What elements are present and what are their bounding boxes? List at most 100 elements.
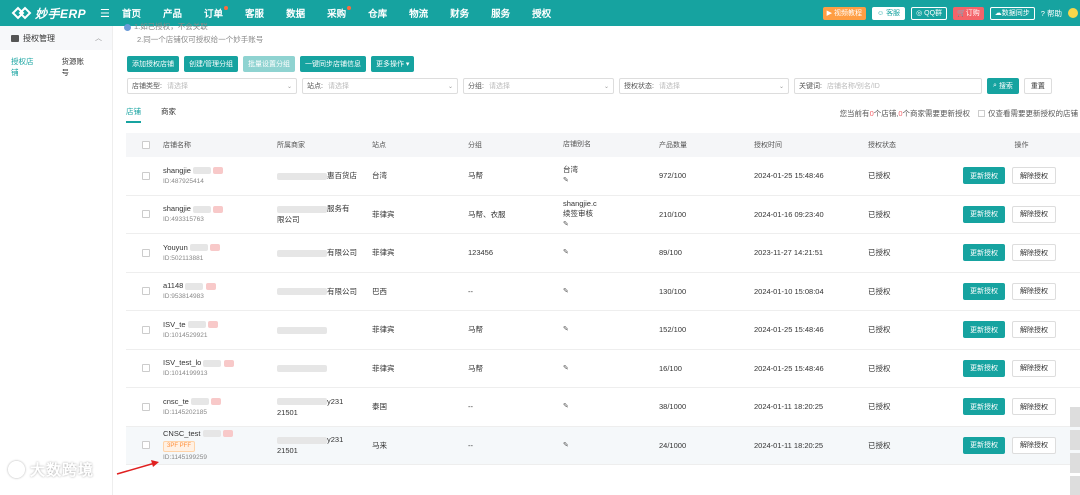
edit-icon[interactable]: ✎	[563, 326, 569, 333]
row-checkbox[interactable]	[142, 210, 150, 219]
update-auth-button[interactable]: 更新授权	[963, 321, 1005, 339]
sidebar-group-label: 授权管理	[23, 33, 55, 43]
chevron-down-icon: ⌄	[447, 84, 453, 90]
nav-item-finance[interactable]: 财务	[450, 6, 469, 20]
auth-status-select[interactable]: 授权状态: 请选择 ⌄	[619, 78, 789, 94]
revoke-auth-button[interactable]: 解除授权	[1012, 282, 1056, 300]
chevron-down-icon: ⌄	[603, 84, 609, 90]
row-checkbox[interactable]	[142, 171, 150, 180]
float-tool-button[interactable]	[1070, 476, 1080, 495]
nav-item-warehouse[interactable]: 仓库	[368, 6, 387, 20]
help-link[interactable]: ? 帮助	[1041, 8, 1062, 19]
reset-button[interactable]: 重置	[1023, 78, 1052, 94]
keyword-input[interactable]: 关键词: 店铺名称/别名/ID	[794, 78, 982, 94]
auth-status: 已授权	[868, 171, 891, 181]
table-row: Youyun ID:502113881 有限公司 菲律宾 123456 ✎ 89…	[126, 234, 1080, 273]
more-actions-button[interactable]: 更多操作 ▾	[370, 56, 415, 72]
edit-icon[interactable]: ✎	[563, 403, 569, 410]
edit-icon[interactable]: ✎	[563, 442, 569, 449]
menu-toggle-icon[interactable]: ☰	[100, 7, 116, 20]
nav-item-service[interactable]: 客服	[245, 6, 264, 20]
customer-service-label: 客服	[886, 10, 901, 17]
revoke-auth-button[interactable]: 解除授权	[1012, 244, 1056, 262]
shop-name: cnsc_te	[163, 396, 189, 406]
shop-type-select[interactable]: 店铺类型: 请选择 ⌄	[127, 78, 297, 94]
notification-dot	[224, 6, 229, 10]
row-checkbox[interactable]	[142, 325, 150, 334]
shop-name: shangjie	[163, 165, 191, 175]
update-auth-button[interactable]: 更新授权	[963, 398, 1005, 416]
keyword-label: 关键词:	[799, 83, 822, 90]
logo-icon	[10, 6, 32, 20]
header-site: 站点	[372, 142, 386, 149]
update-auth-button[interactable]: 更新授权	[963, 167, 1005, 185]
row-checkbox[interactable]	[142, 402, 150, 411]
nav-item-home[interactable]: 首页	[122, 6, 141, 20]
tab-shops[interactable]: 店铺	[126, 106, 141, 123]
group-select[interactable]: 分组: 请选择 ⌄	[463, 78, 614, 94]
qq-group-button[interactable]: ◎ QQ群	[911, 6, 948, 20]
select-all-checkbox[interactable]	[142, 141, 150, 149]
nav-item-data[interactable]: 数据	[286, 6, 305, 20]
row-checkbox[interactable]	[142, 248, 150, 257]
sidebar-item-authorized-shops[interactable]: 授权店铺	[11, 56, 41, 78]
revoke-auth-button[interactable]: 解除授权	[1012, 321, 1056, 339]
manage-groups-button[interactable]: 创建/管理分组	[184, 56, 238, 72]
revoke-auth-button[interactable]: 解除授权	[1012, 167, 1056, 185]
data-sync-button[interactable]: ☁ 数据同步	[989, 6, 1035, 20]
product-count: 16/100	[659, 363, 682, 373]
auth-status: 已授权	[868, 286, 891, 296]
auth-status: 已授权	[868, 248, 891, 258]
edit-icon[interactable]: ✎	[563, 249, 569, 256]
nav-item-logistics[interactable]: 物流	[409, 6, 428, 20]
sidebar-group-auth-management[interactable]: 授权管理 ︿	[0, 26, 112, 50]
edit-icon[interactable]: ✎	[563, 365, 569, 372]
redacted-mark	[277, 249, 327, 257]
table-row: shangjie ID:493315763 服务有 限公司 菲律宾 马帮、衣服 …	[126, 196, 1080, 234]
notification-dot	[347, 6, 352, 10]
update-auth-button[interactable]: 更新授权	[963, 244, 1005, 262]
update-auth-button[interactable]: 更新授权	[963, 205, 1005, 223]
revoke-auth-button[interactable]: 解除授权	[1012, 436, 1056, 454]
float-tool-button[interactable]	[1070, 430, 1080, 450]
nav-item-products[interactable]: 产品	[163, 6, 182, 20]
row-checkbox[interactable]	[142, 441, 150, 450]
help-label: 帮助	[1047, 8, 1062, 18]
nav-item-orders[interactable]: 订单	[204, 6, 229, 20]
user-avatar[interactable]	[1068, 8, 1078, 18]
sidebar-item-source-accounts[interactable]: 货源账号	[62, 56, 92, 78]
update-auth-button[interactable]: 更新授权	[963, 359, 1005, 377]
auth-time: 2024-01-11 18:20:25	[754, 440, 824, 450]
revoke-auth-button[interactable]: 解除授权	[1012, 205, 1056, 223]
row-checkbox[interactable]	[142, 287, 150, 296]
nav-item-authorization[interactable]: 授权	[532, 6, 551, 20]
auth-time: 2024-01-25 15:48:46	[754, 325, 824, 335]
only-needing-update-checkbox[interactable]	[978, 110, 985, 117]
nav-item-purchase[interactable]: 采购	[327, 6, 352, 20]
revoke-auth-button[interactable]: 解除授权	[1012, 398, 1056, 416]
site-select[interactable]: 站点: 请选择 ⌄	[302, 78, 458, 94]
update-auth-button[interactable]: 更新授权	[963, 282, 1005, 300]
float-tool-button[interactable]	[1070, 453, 1080, 473]
app-logo[interactable]: 妙手ERP	[0, 5, 94, 22]
update-auth-button[interactable]: 更新授权	[963, 436, 1005, 454]
redacted-mark	[189, 244, 208, 252]
subscribe-button[interactable]: 🛒 订购	[953, 6, 984, 20]
sync-shop-info-button[interactable]: 一键同步店铺信息	[299, 56, 366, 72]
edit-icon[interactable]: ✎	[563, 288, 569, 295]
edit-icon[interactable]: ✎	[563, 177, 569, 184]
row-checkbox[interactable]	[142, 364, 150, 373]
merchant-name-line-2: 21501	[277, 407, 298, 417]
tab-merchants[interactable]: 商家	[161, 106, 176, 123]
customer-service-button[interactable]: ☺ 客服	[871, 6, 906, 20]
nav-item-services[interactable]: 服务	[491, 6, 510, 20]
video-tutorial-button[interactable]: ▶ 视频教程	[822, 6, 866, 20]
redacted-mark	[207, 321, 218, 329]
edit-icon[interactable]: ✎	[563, 221, 569, 228]
float-tool-button[interactable]	[1070, 407, 1080, 427]
group-label: 分组:	[468, 83, 484, 90]
revoke-auth-button[interactable]: 解除授权	[1012, 359, 1056, 377]
search-button[interactable]: ⌕ 搜索	[987, 78, 1019, 94]
batch-set-group-button[interactable]: 批量设置分组	[242, 56, 295, 72]
add-shop-button[interactable]: 添加授权店铺	[127, 56, 179, 72]
